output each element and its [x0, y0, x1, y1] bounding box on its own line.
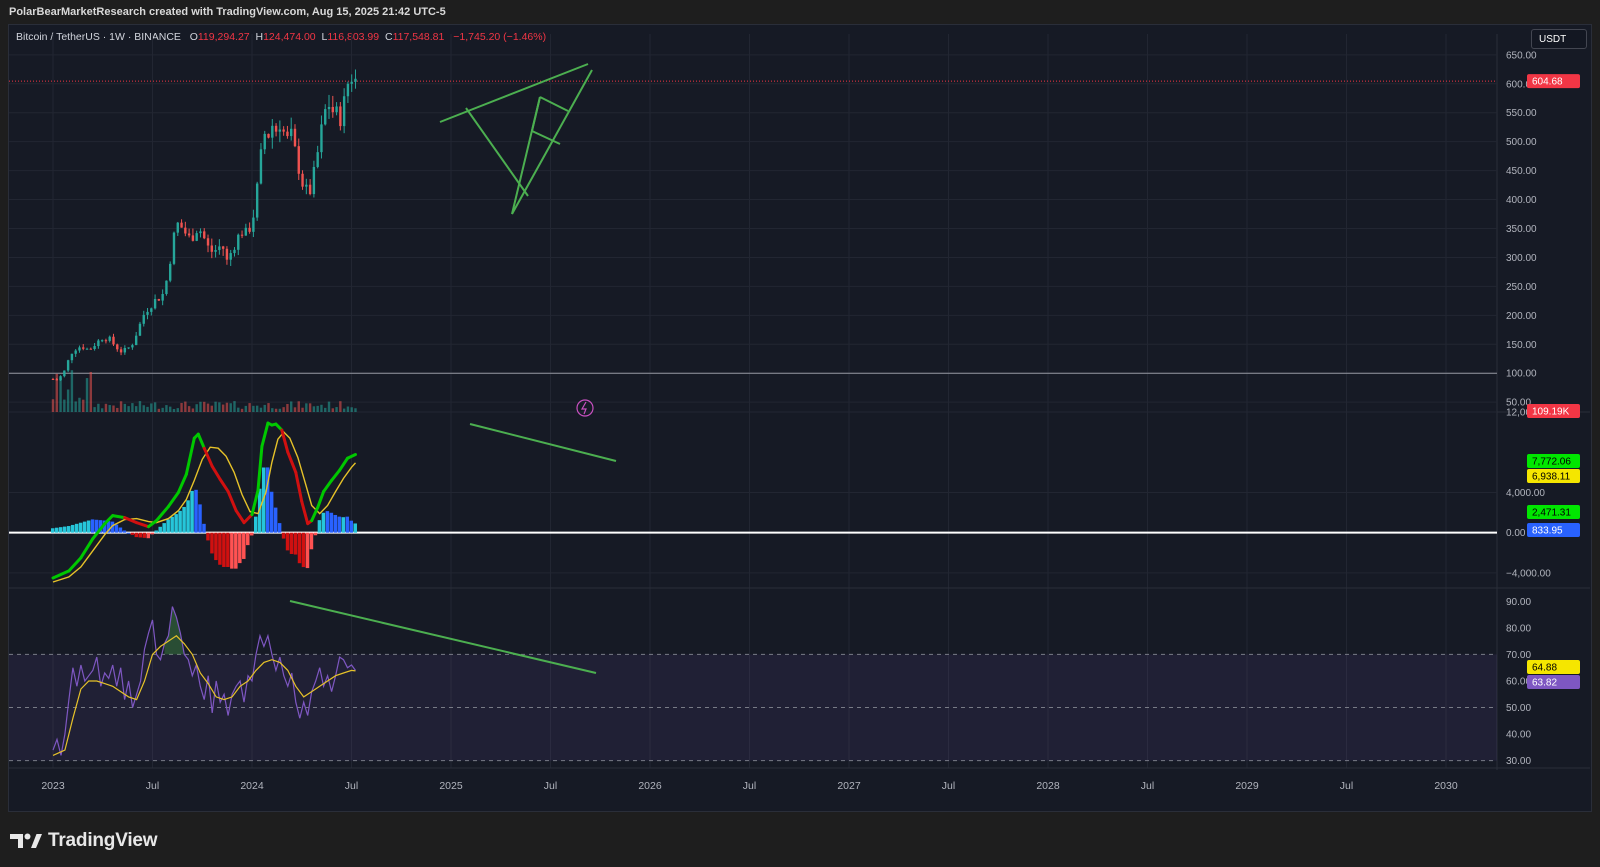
tradingview-logo-icon	[10, 833, 42, 848]
symbol-legend[interactable]: Bitcoin / TetherUS · 1W · BINANCE O119,2…	[16, 31, 546, 43]
ohlc-close: C117,548.81	[384, 31, 445, 43]
top-bar: PolarBearMarketResearch created with Tra…	[0, 0, 1600, 24]
attribution-text: PolarBearMarketResearch created with Tra…	[9, 6, 446, 18]
tradingview-logo[interactable]: TradingView	[10, 830, 158, 852]
currency-button[interactable]: USDT	[1531, 29, 1587, 49]
symbol-name[interactable]: Bitcoin / TetherUS · 1W · BINANCE	[16, 31, 181, 43]
chart-area[interactable]	[8, 24, 1592, 812]
footer	[0, 812, 1600, 867]
ohlc-low: L116,803.99	[321, 31, 380, 43]
ohlc-high: H124,474.00	[255, 31, 316, 43]
ohlc-change: −1,745.20 (−1.46%)	[453, 31, 547, 43]
tradingview-logo-text: TradingView	[48, 830, 158, 851]
ohlc-open: O119,294.27	[189, 31, 250, 43]
